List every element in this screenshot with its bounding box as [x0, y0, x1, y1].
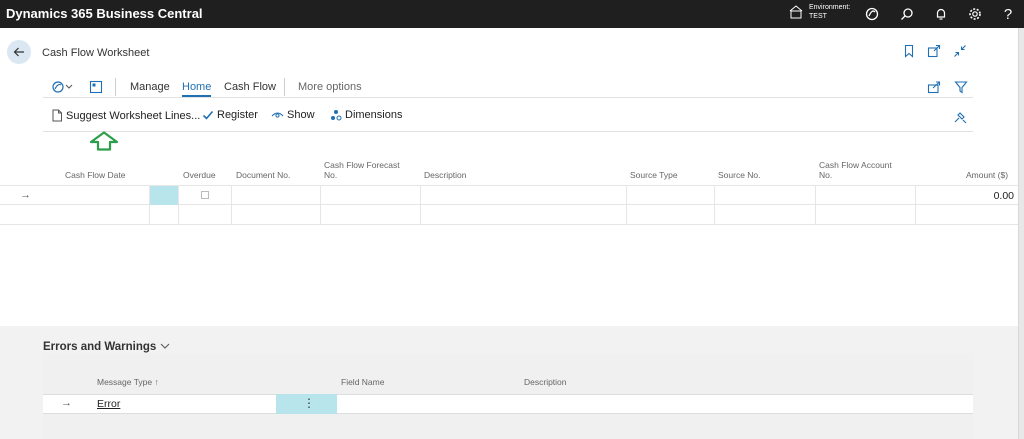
- cell-overdue[interactable]: [179, 205, 232, 225]
- column-header-source-no[interactable]: Source No.: [718, 170, 761, 180]
- separator: [284, 78, 285, 96]
- arrow-left-icon: [13, 47, 24, 57]
- page-content: Cash Flow Worksheet Manage Home Cash Flo…: [0, 28, 1024, 326]
- menu-manage[interactable]: Manage: [130, 81, 170, 93]
- page-title: Cash Flow Worksheet: [42, 47, 150, 59]
- column-header-line: Cash Flow Forecast: [324, 160, 400, 170]
- menu-home[interactable]: Home: [182, 81, 212, 97]
- help-icon[interactable]: ?: [999, 5, 1017, 23]
- cell-description[interactable]: [421, 205, 627, 225]
- row-indicator-arrow: →: [61, 397, 72, 409]
- column-header-cash-flow-account-no[interactable]: Cash Flow Account No.: [819, 160, 892, 180]
- share-icon[interactable]: [927, 80, 941, 94]
- column-header-cash-flow-forecast-no[interactable]: Cash Flow Forecast No.: [324, 160, 400, 180]
- page-view-icon[interactable]: [89, 80, 103, 94]
- column-header-description[interactable]: Description: [524, 377, 567, 387]
- filter-icon[interactable]: [954, 80, 968, 94]
- cell-source-type[interactable]: [627, 186, 715, 206]
- cell-document-no[interactable]: [232, 186, 321, 206]
- suggest-worksheet-lines-button[interactable]: Suggest Worksheet Lines...: [51, 109, 200, 122]
- cell-cash-flow-date[interactable]: [61, 186, 150, 206]
- environment-label: Environment:: [809, 4, 851, 11]
- eye-icon: [271, 112, 284, 118]
- errors-and-warnings-label: Errors and Warnings: [43, 341, 157, 353]
- open-new-window-icon[interactable]: [927, 44, 941, 58]
- menu-cash-flow[interactable]: Cash Flow: [224, 81, 276, 93]
- separator: [115, 78, 116, 96]
- app-title[interactable]: Dynamics 365 Business Central: [6, 6, 203, 21]
- column-header-description[interactable]: Description: [424, 170, 467, 180]
- register-button[interactable]: Register: [202, 109, 258, 121]
- column-header-cash-flow-date[interactable]: Cash Flow Date: [65, 170, 125, 180]
- column-header-document-no[interactable]: Document No.: [236, 170, 290, 180]
- action-bar: Manage Home Cash Flow More options: [43, 72, 973, 98]
- dimensions-icon: [331, 110, 342, 121]
- collapse-icon[interactable]: [953, 44, 967, 58]
- register-label: Register: [217, 109, 258, 121]
- cell-source-no[interactable]: [715, 186, 816, 206]
- cell-source-no[interactable]: [715, 205, 816, 225]
- back-button[interactable]: [7, 40, 31, 64]
- cell[interactable]: [150, 205, 179, 225]
- hint-arrow-icon: [89, 131, 119, 151]
- column-header-line: No.: [324, 170, 338, 180]
- cell-description[interactable]: [421, 186, 627, 206]
- cell-account-no[interactable]: [816, 205, 916, 225]
- overdue-checkbox[interactable]: [201, 191, 209, 199]
- search-icon[interactable]: [898, 5, 916, 23]
- more-options[interactable]: More options: [298, 81, 362, 93]
- column-header-overdue[interactable]: Overdue: [183, 170, 216, 180]
- cell-cash-flow-date[interactable]: [61, 205, 150, 225]
- suggest-worksheet-lines-label: Suggest Worksheet Lines...: [66, 109, 201, 122]
- column-header-message-type[interactable]: Message Type ↑: [97, 377, 159, 387]
- environment-icon: [789, 5, 803, 19]
- table-row[interactable]: [43, 394, 973, 414]
- copilot-icon[interactable]: [863, 5, 881, 23]
- cell-selected[interactable]: [150, 186, 179, 206]
- bookmark-icon[interactable]: [902, 44, 916, 58]
- column-header-source-type[interactable]: Source Type: [630, 170, 678, 180]
- scrollbar[interactable]: [1018, 28, 1024, 439]
- document-icon: [52, 109, 62, 122]
- environment-value: TEST: [809, 13, 827, 20]
- column-header-field-name[interactable]: Field Name: [341, 377, 384, 387]
- errors-and-warnings-title[interactable]: Errors and Warnings: [43, 341, 170, 353]
- bell-icon[interactable]: [932, 5, 950, 23]
- gear-icon[interactable]: [966, 5, 984, 23]
- show-button[interactable]: Show: [271, 109, 315, 121]
- cell-source-type[interactable]: [627, 205, 715, 225]
- show-label: Show: [287, 109, 315, 121]
- unpin-icon[interactable]: [953, 110, 967, 124]
- cell-amount[interactable]: 0.00: [994, 190, 1014, 202]
- column-header-line: No.: [819, 170, 833, 180]
- dimensions-label: Dimensions: [345, 109, 403, 121]
- table-row[interactable]: [0, 205, 1018, 225]
- environment-indicator[interactable]: Environment: TEST: [789, 3, 850, 21]
- command-bar: Suggest Worksheet Lines... Register Show…: [43, 100, 973, 132]
- cell-forecast-no[interactable]: [321, 186, 421, 206]
- top-bar: Dynamics 365 Business Central Environmen…: [0, 0, 1024, 28]
- column-header-amount[interactable]: Amount ($): [966, 170, 1008, 180]
- checkmark-icon: [202, 110, 214, 120]
- cell-account-no[interactable]: [816, 186, 916, 206]
- cell-forecast-no[interactable]: [321, 205, 421, 225]
- column-header-line: Cash Flow Account: [819, 160, 892, 170]
- table-row[interactable]: [0, 185, 1018, 206]
- dimensions-button[interactable]: Dimensions: [330, 109, 402, 121]
- row-indicator-arrow: →: [20, 189, 31, 201]
- copilot-dropdown-icon[interactable]: [51, 80, 75, 94]
- cell-document-no[interactable]: [232, 205, 321, 225]
- message-type-link[interactable]: Error: [97, 398, 120, 410]
- row-menu-icon[interactable]: ⋮: [303, 396, 315, 410]
- chevron-down-icon: [160, 343, 169, 349]
